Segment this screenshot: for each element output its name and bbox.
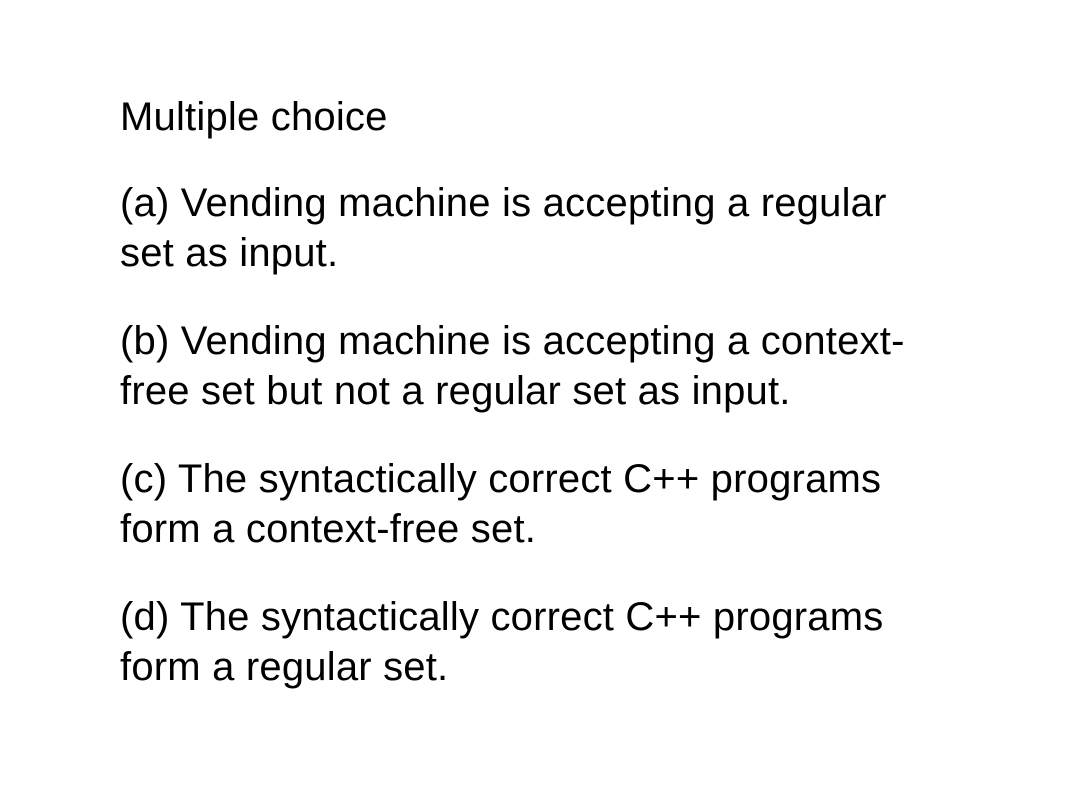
option-a: (a) Vending machine is accepting a regul…: [120, 178, 950, 278]
option-c: (c) The syntactically correct C++ progra…: [120, 454, 950, 554]
question-heading: Multiple choice: [120, 95, 950, 140]
option-d: (d) The syntactically correct C++ progra…: [120, 592, 950, 692]
option-b: (b) Vending machine is accepting a conte…: [120, 316, 950, 416]
